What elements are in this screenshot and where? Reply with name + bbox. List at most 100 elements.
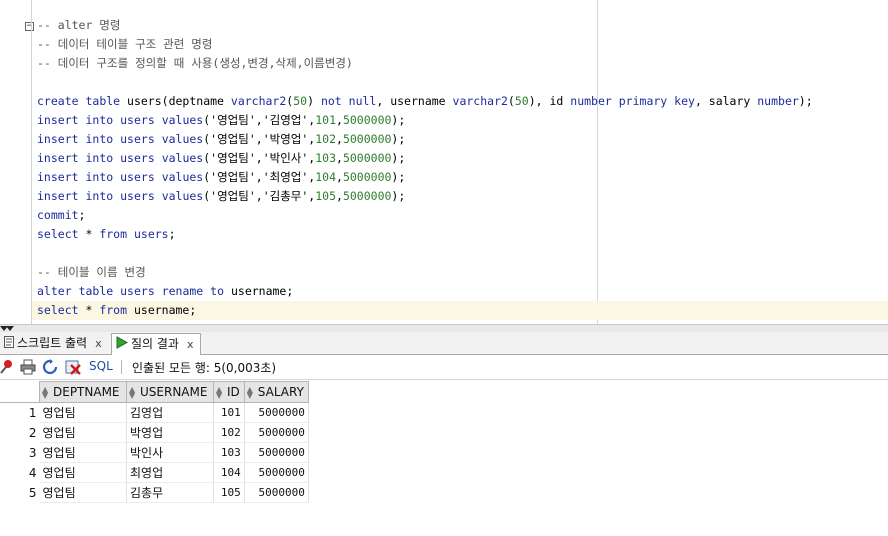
- code-token: ;: [189, 303, 197, 317]
- code-keyword: table: [78, 284, 114, 298]
- code-area[interactable]: -- alter 명령 -- 데이터 테이블 구조 관련 명령 -- 데이터 구조를…: [32, 16, 888, 320]
- cell-id[interactable]: 105: [213, 482, 245, 503]
- code-number: 5000000: [342, 132, 392, 146]
- collapse-arrow-icon[interactable]: [6, 326, 14, 331]
- row-number[interactable]: 2: [0, 423, 40, 443]
- sql-editor[interactable]: − -- alter 명령 -- 데이터 테이블 구조 관련 명령 -- 데이터 구…: [0, 0, 888, 324]
- print-icon[interactable]: [20, 359, 36, 375]
- close-icon[interactable]: x: [187, 338, 194, 351]
- cell-salary[interactable]: 5000000: [244, 462, 309, 483]
- cell-salary[interactable]: 5000000: [244, 482, 309, 503]
- code-line[interactable]: insert into users values('영업팀','김영업',101…: [37, 111, 888, 130]
- table-row[interactable]: 4 영업팀 최영업 104 5000000: [0, 462, 309, 483]
- column-header-id[interactable]: ▲ ▼ ID: [213, 381, 245, 403]
- row-number[interactable]: 4: [0, 463, 40, 483]
- results-grid[interactable]: ▲ ▼ DEPTNAME ▲ ▼ USERNAME ▲ ▼ ID ▲ ▼ SALARY 1 영업팀…: [0, 381, 309, 503]
- code-keyword: users: [120, 113, 155, 127]
- cell-salary[interactable]: 5000000: [244, 422, 309, 443]
- code-table-name: users: [120, 284, 155, 298]
- code-token: );: [391, 132, 406, 146]
- code-line[interactable]: [37, 73, 888, 92]
- cell-username[interactable]: 최영업: [126, 462, 214, 483]
- cell-deptname[interactable]: 영업팀: [39, 482, 127, 503]
- code-token: ,: [255, 189, 263, 203]
- toolbar-divider: [121, 360, 122, 374]
- code-string: '김총무': [262, 189, 309, 203]
- code-line[interactable]: insert into users values('영업팀','박인사',103…: [37, 149, 888, 168]
- fold-toggle-icon[interactable]: −: [25, 22, 34, 31]
- code-keyword: into: [85, 113, 114, 127]
- sort-icon[interactable]: ▲ ▼: [42, 385, 50, 399]
- pin-icon[interactable]: [0, 359, 16, 375]
- code-line[interactable]: -- alter 명령: [37, 16, 888, 35]
- code-string: '영업팀': [210, 151, 256, 165]
- sort-icon[interactable]: ▲ ▼: [247, 385, 255, 399]
- column-header-deptname[interactable]: ▲ ▼ DEPTNAME: [39, 381, 127, 403]
- code-number: 104: [315, 170, 337, 184]
- code-line[interactable]: insert into users values('영업팀','최영업',104…: [37, 168, 888, 187]
- table-row[interactable]: 2 영업팀 박영업 102 5000000: [0, 422, 309, 443]
- sort-icon[interactable]: ▲ ▼: [129, 385, 137, 399]
- cell-deptname[interactable]: 영업팀: [39, 422, 127, 443]
- code-token: );: [391, 170, 406, 184]
- code-keyword: insert: [37, 113, 79, 127]
- table-row[interactable]: 5 영업팀 김총무 105 5000000: [0, 482, 309, 503]
- row-number[interactable]: 1: [0, 403, 40, 423]
- code-number: 5000000: [342, 113, 392, 127]
- tab-query-result[interactable]: 질의 결과 x: [111, 333, 201, 355]
- row-number[interactable]: 3: [0, 443, 40, 463]
- code-line[interactable]: select * from username;: [32, 301, 888, 320]
- code-comment: -- 테이블 이름 변경: [37, 265, 146, 279]
- table-row[interactable]: 1 영업팀 김영업 101 5000000: [0, 402, 309, 423]
- code-token: (: [507, 94, 515, 108]
- code-number: 101: [315, 113, 337, 127]
- code-line[interactable]: [37, 244, 888, 263]
- tab-script-output[interactable]: 스크립트 출력 x: [0, 333, 108, 353]
- cell-deptname[interactable]: 영업팀: [39, 402, 127, 423]
- code-line[interactable]: alter table users rename to username;: [37, 282, 888, 301]
- code-string: '영업팀': [210, 132, 256, 146]
- code-keyword: insert: [37, 189, 79, 203]
- cell-id[interactable]: 103: [213, 442, 245, 463]
- code-line[interactable]: -- 테이블 이름 변경: [37, 263, 888, 282]
- cell-username[interactable]: 김총무: [126, 482, 214, 503]
- fetch-status: 인출된 모든 행: 5(0,003초): [132, 361, 277, 375]
- gutter-divider: [31, 0, 32, 324]
- code-string: '김영업': [262, 113, 309, 127]
- code-string: '박인사': [262, 151, 309, 165]
- cell-deptname[interactable]: 영업팀: [39, 462, 127, 483]
- sql-button[interactable]: SQL: [89, 359, 113, 373]
- cell-id[interactable]: 102: [213, 422, 245, 443]
- code-line[interactable]: insert into users values('영업팀','박영업',102…: [37, 130, 888, 149]
- cell-deptname[interactable]: 영업팀: [39, 442, 127, 463]
- column-header-username[interactable]: ▲ ▼ USERNAME: [126, 381, 214, 403]
- cell-salary[interactable]: 5000000: [244, 442, 309, 463]
- code-table-name: username: [230, 284, 287, 298]
- cell-username[interactable]: 김영업: [126, 402, 214, 423]
- sort-icon[interactable]: ▲ ▼: [216, 385, 224, 399]
- cell-username[interactable]: 박인사: [126, 442, 214, 463]
- code-line[interactable]: insert into users values('영업팀','김총무',105…: [37, 187, 888, 206]
- code-line[interactable]: select * from users;: [37, 225, 888, 244]
- cell-salary[interactable]: 5000000: [244, 402, 309, 423]
- close-icon[interactable]: x: [95, 337, 102, 350]
- row-number[interactable]: 5: [0, 483, 40, 503]
- code-token: ,: [255, 151, 263, 165]
- refresh-icon[interactable]: [42, 359, 58, 375]
- cell-id[interactable]: 101: [213, 402, 245, 423]
- code-line[interactable]: -- 데이터 테이블 구조 관련 명령: [37, 35, 888, 54]
- code-line[interactable]: -- 데이터 구조를 정의할 때 사용(생성,변경,삭제,이름변경): [37, 54, 888, 73]
- code-keyword: values: [161, 113, 204, 127]
- code-keyword: into: [85, 132, 114, 146]
- cell-username[interactable]: 박영업: [126, 422, 214, 443]
- table-row[interactable]: 3 영업팀 박인사 103 5000000: [0, 442, 309, 463]
- column-header-salary[interactable]: ▲ ▼ SALARY: [243, 381, 309, 403]
- code-line[interactable]: commit;: [37, 206, 888, 225]
- cell-id[interactable]: 104: [213, 462, 245, 483]
- code-line[interactable]: create table users(deptname varchar2(50)…: [37, 92, 888, 111]
- delete-sql-icon[interactable]: [65, 359, 81, 375]
